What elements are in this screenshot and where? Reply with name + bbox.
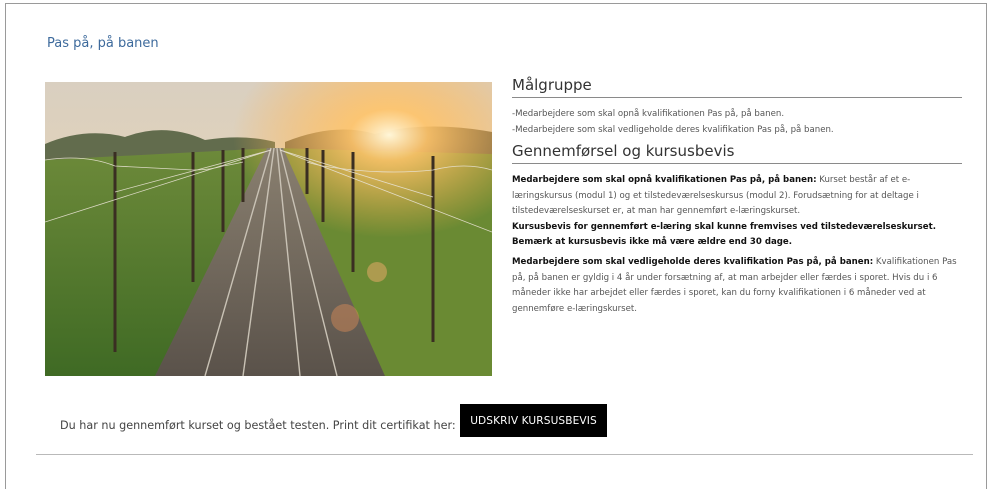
railway-photo: [45, 82, 492, 376]
hero-image: [45, 82, 492, 376]
gennemforsel-block-2: Medarbejdere som skal vedligeholde deres…: [512, 255, 962, 317]
block1-lead: Medarbejdere som skal opnå kvalifikation…: [512, 175, 817, 185]
print-certificate-button[interactable]: UDSKRIV KURSUSBEVIS: [460, 404, 607, 437]
kursusbevis-note: Kursusbevis for gennemført e-læring skal…: [512, 221, 936, 232]
block2-lead: Medarbejdere som skal vedligeholde deres…: [512, 256, 874, 267]
malgruppe-line: -Medarbejdere som skal opnå kvalifikatio…: [512, 109, 785, 119]
gennemforsel-heading: Gennemførsel og kursusbevis: [512, 142, 962, 164]
kursusbevis-age-note: Bemærk at kursusbevis ikke må være ældre…: [512, 237, 793, 248]
footer-divider: [36, 454, 973, 455]
page-title: Pas på, på banen: [47, 36, 159, 51]
info-column: Målgruppe -Medarbejdere som skal opnå kv…: [512, 76, 962, 317]
malgruppe-line: -Medarbejdere som skal vedligeholde dere…: [512, 125, 834, 135]
certificate-prompt: Du har nu gennemført kurset og bestået t…: [60, 419, 456, 432]
malgruppe-heading: Målgruppe: [512, 76, 962, 98]
gennemforsel-block-1: Medarbejdere som skal opnå kvalifikation…: [512, 173, 962, 220]
